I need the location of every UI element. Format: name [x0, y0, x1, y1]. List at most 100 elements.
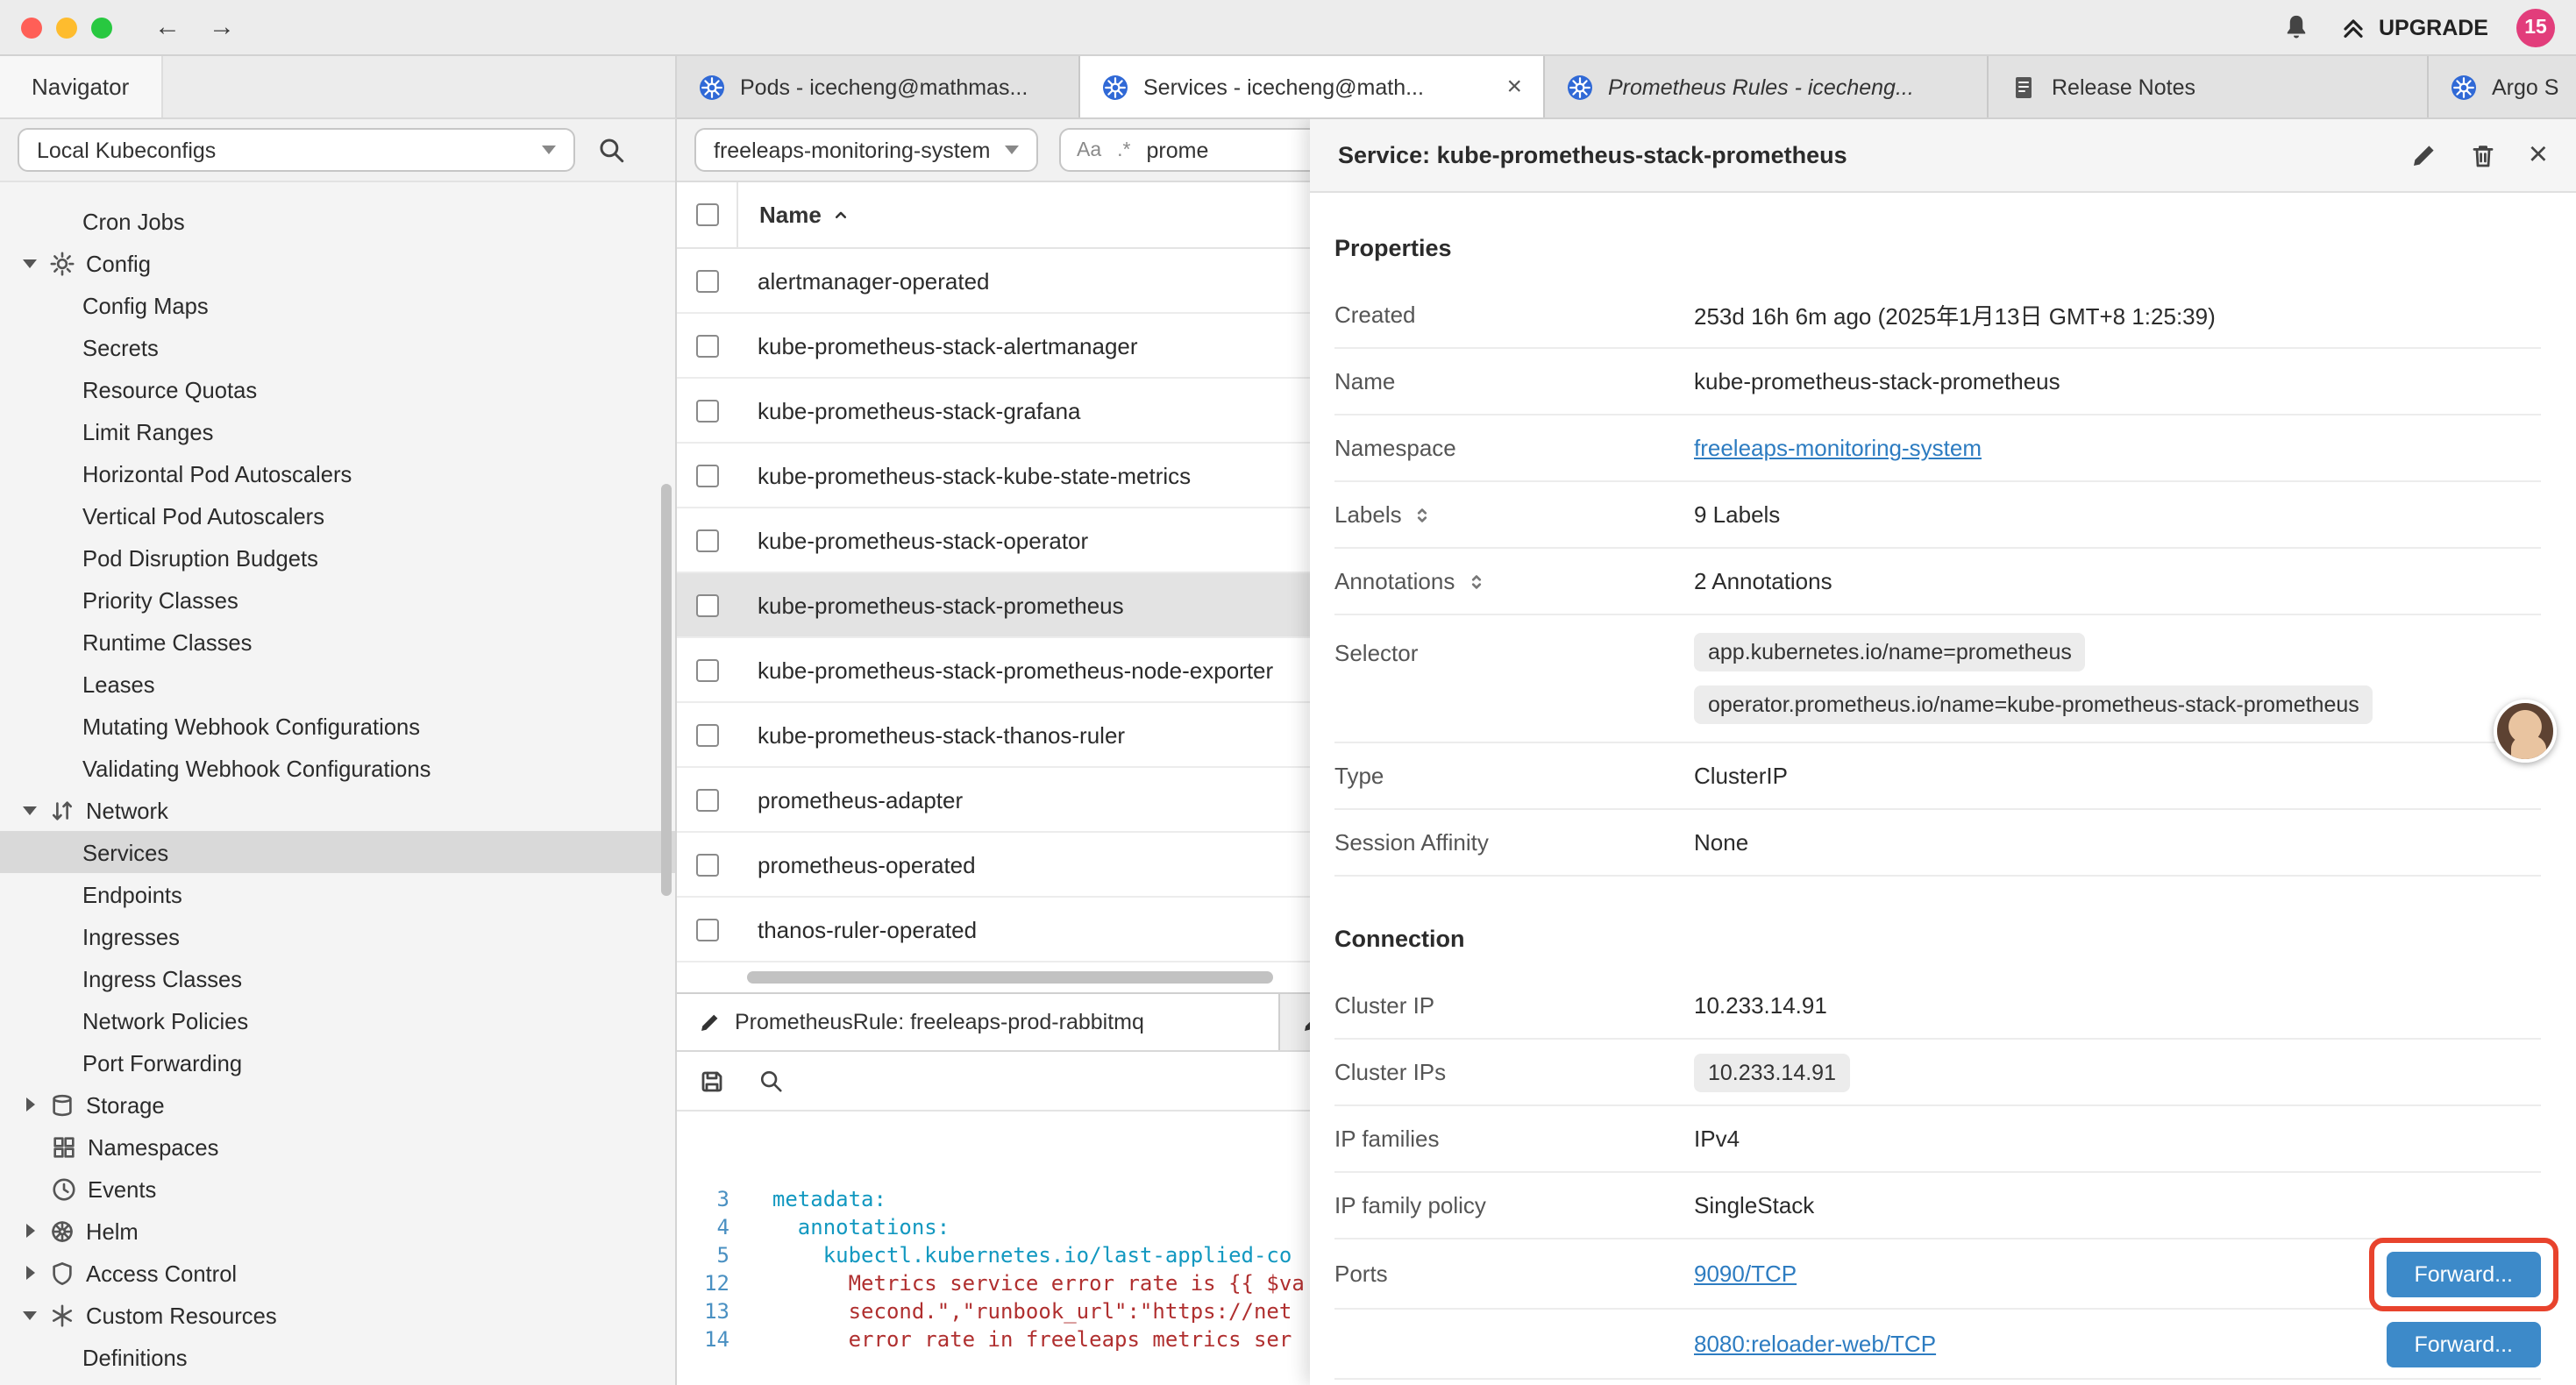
- chevron-right-icon[interactable]: [21, 1266, 39, 1280]
- table-row[interactable]: kube-prometheus-stack-operator: [677, 508, 1420, 573]
- kubeconfig-selector[interactable]: Local Kubeconfigs: [18, 128, 575, 172]
- tab-release-notes[interactable]: Release Notes: [1989, 56, 2429, 117]
- window-close-button[interactable]: [21, 17, 42, 38]
- chevron-down-icon[interactable]: [21, 259, 39, 267]
- sidebar-item-access-control[interactable]: Access Control: [0, 1252, 675, 1294]
- sidebar-item-namespaces[interactable]: Namespaces: [0, 1126, 675, 1168]
- dock-tab-prometheusrule[interactable]: PrometheusRule: freeleaps-prod-rabbitmq: [677, 994, 1280, 1050]
- floating-avatar[interactable]: [2494, 700, 2557, 763]
- select-all-checkbox[interactable]: [695, 203, 718, 226]
- sidebar-item-leases[interactable]: Leases: [0, 663, 675, 705]
- regex-toggle[interactable]: .*: [1117, 139, 1130, 160]
- sidebar-item-events[interactable]: Events: [0, 1168, 675, 1210]
- tab-pods-icecheng-mathmas[interactable]: Pods - icecheng@mathmas...: [677, 56, 1080, 117]
- sidebar-item-network[interactable]: Network: [0, 789, 675, 831]
- sidebar-item-secrets[interactable]: Secrets: [0, 326, 675, 368]
- sidebar-item-priority-classes[interactable]: Priority Classes: [0, 579, 675, 621]
- table-row[interactable]: alertmanager-operated: [677, 249, 1420, 314]
- table-row[interactable]: kube-prometheus-stack-prometheus: [677, 573, 1420, 638]
- row-checkbox[interactable]: [695, 529, 718, 551]
- sidebar-item-pod-disruption-budgets[interactable]: Pod Disruption Budgets: [0, 536, 675, 579]
- navigator-title[interactable]: Navigator: [0, 56, 162, 117]
- sidebar-item-port-forwarding[interactable]: Port Forwarding: [0, 1041, 675, 1083]
- tab-prometheus-rules-icecheng[interactable]: Prometheus Rules - icecheng...: [1545, 56, 1989, 117]
- annotations-expand-button[interactable]: [1465, 571, 1486, 592]
- row-checkbox[interactable]: [695, 593, 718, 616]
- back-button[interactable]: ←: [154, 14, 181, 40]
- sidebar-search-button[interactable]: [596, 135, 626, 165]
- sidebar-item-storage[interactable]: Storage: [0, 1083, 675, 1126]
- sidebar-item-label: Ingress Classes: [82, 965, 242, 991]
- row-checkbox[interactable]: [695, 853, 718, 876]
- sidebar-item-horizontal-pod-autoscalers[interactable]: Horizontal Pod Autoscalers: [0, 452, 675, 494]
- chevron-right-icon[interactable]: [21, 1097, 39, 1112]
- chevron-down-icon[interactable]: [21, 806, 39, 814]
- tab-argo-s[interactable]: Argo S: [2429, 56, 2576, 117]
- sidebar-item-network-policies[interactable]: Network Policies: [0, 999, 675, 1041]
- save-button[interactable]: [698, 1067, 726, 1095]
- sidebar-item-custom-resources[interactable]: Custom Resources: [0, 1294, 675, 1336]
- port-link[interactable]: 8080:reloader-web/TCP: [1694, 1331, 1936, 1357]
- table-row[interactable]: kube-prometheus-stack-thanos-ruler: [677, 703, 1420, 768]
- table-row[interactable]: kube-prometheus-stack-kube-state-metrics: [677, 444, 1420, 508]
- table-row[interactable]: thanos-ruler-operated: [677, 898, 1420, 962]
- table-row[interactable]: kube-prometheus-stack-prometheus-node-ex…: [677, 638, 1420, 703]
- sidebar-item-mutating-webhook-configurations[interactable]: Mutating Webhook Configurations: [0, 705, 675, 747]
- notification-count-badge[interactable]: 15: [2516, 8, 2555, 46]
- sidebar-item-limit-ranges[interactable]: Limit Ranges: [0, 410, 675, 452]
- sidebar-item-cron-jobs[interactable]: Cron Jobs: [0, 200, 675, 242]
- sidebar-item-validating-webhook-configurations[interactable]: Validating Webhook Configurations: [0, 747, 675, 789]
- horizontal-scrollbar[interactable]: [747, 971, 1273, 984]
- window-minimize-button[interactable]: [56, 17, 77, 38]
- window-zoom-button[interactable]: [91, 17, 112, 38]
- row-checkbox[interactable]: [695, 269, 718, 292]
- match-case-toggle[interactable]: Aa: [1077, 139, 1101, 160]
- forward-button[interactable]: Forward...: [2386, 1321, 2541, 1367]
- yaml-editor[interactable]: 3 metadata:4 annotations:5 kubectl.kuber…: [677, 1112, 1420, 1385]
- clock-icon: [51, 1175, 77, 1202]
- chevron-right-icon[interactable]: [21, 1224, 39, 1238]
- cluster-ips-row: Cluster IPs 10.233.14.91: [1334, 1040, 2541, 1106]
- sidebar-item-resource-quotas[interactable]: Resource Quotas: [0, 368, 675, 410]
- forward-button[interactable]: Forward...: [2386, 1251, 2541, 1296]
- row-checkbox[interactable]: [695, 399, 718, 422]
- sidebar-item-definitions[interactable]: Definitions: [0, 1336, 675, 1378]
- row-checkbox[interactable]: [695, 334, 718, 357]
- edit-resource-button[interactable]: [2409, 141, 2437, 169]
- namespace-selector[interactable]: freeleaps-monitoring-system: [694, 128, 1038, 172]
- close-drawer-button[interactable]: ×: [2529, 138, 2548, 172]
- line-number: 14: [677, 1325, 747, 1353]
- row-checkbox[interactable]: [695, 788, 718, 811]
- sidebar-item-config[interactable]: Config: [0, 242, 675, 284]
- labels-expand-button[interactable]: [1413, 504, 1434, 525]
- row-checkbox[interactable]: [695, 723, 718, 746]
- sidebar-item-ingresses[interactable]: Ingresses: [0, 915, 675, 957]
- upgrade-button[interactable]: UPGRADE: [2340, 13, 2488, 41]
- chevron-down-icon[interactable]: [21, 1310, 39, 1319]
- search-filter-input[interactable]: Aa .* prome: [1059, 128, 1340, 172]
- sidebar-item-services[interactable]: Services: [0, 831, 675, 873]
- sidebar-item-vertical-pod-autoscalers[interactable]: Vertical Pod Autoscalers: [0, 494, 675, 536]
- sidebar-item-helm[interactable]: Helm: [0, 1210, 675, 1252]
- close-icon[interactable]: ×: [1506, 74, 1522, 100]
- sidebar-item-runtime-classes[interactable]: Runtime Classes: [0, 621, 675, 663]
- table-row[interactable]: kube-prometheus-stack-alertmanager: [677, 314, 1420, 379]
- table-row[interactable]: kube-prometheus-stack-grafana: [677, 379, 1420, 444]
- sidebar-scrollbar[interactable]: [661, 484, 672, 896]
- sidebar-item-config-maps[interactable]: Config Maps: [0, 284, 675, 326]
- sidebar-item-endpoints[interactable]: Endpoints: [0, 873, 675, 915]
- row-checkbox[interactable]: [695, 918, 718, 941]
- k8s-logo-icon: [2450, 73, 2478, 101]
- editor-search-button[interactable]: [758, 1068, 784, 1094]
- port-link[interactable]: 9090/TCP: [1694, 1261, 1797, 1287]
- forward-button[interactable]: →: [209, 14, 235, 40]
- tab-services-icecheng-math[interactable]: Services - icecheng@math...×: [1080, 56, 1545, 117]
- row-checkbox[interactable]: [695, 464, 718, 487]
- row-checkbox[interactable]: [695, 658, 718, 681]
- sidebar-item-ingress-classes[interactable]: Ingress Classes: [0, 957, 675, 999]
- table-row[interactable]: prometheus-operated: [677, 833, 1420, 898]
- namespace-link[interactable]: freeleaps-monitoring-system: [1694, 435, 1982, 461]
- table-row[interactable]: prometheus-adapter: [677, 768, 1420, 833]
- notifications-button[interactable]: [2282, 12, 2312, 42]
- delete-resource-button[interactable]: [2469, 141, 2497, 169]
